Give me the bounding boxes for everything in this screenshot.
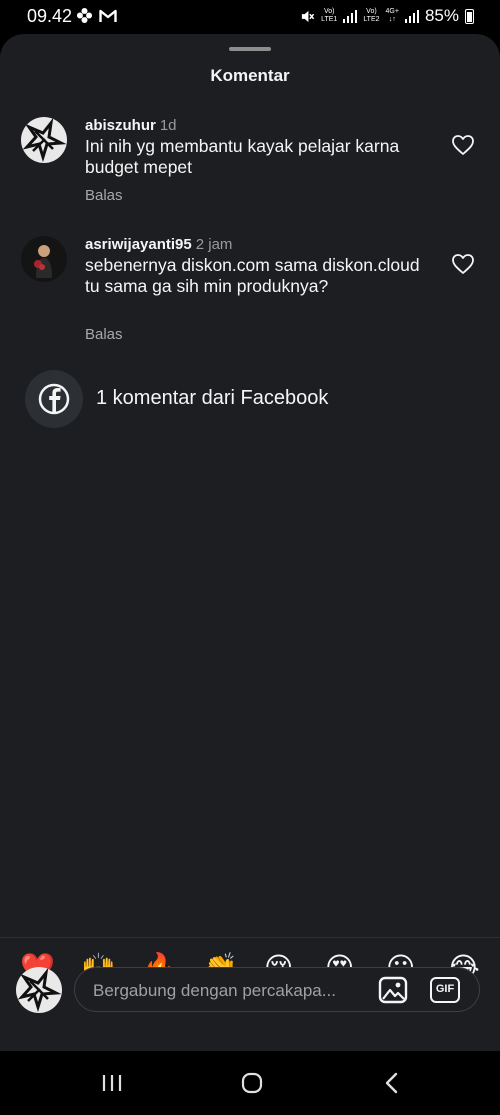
status-bar: 09.42 Vo) LTE1 Vo) LTE2 4G+ ↓↑ 85% <box>0 0 500 34</box>
reply-button[interactable]: Balas <box>85 326 123 343</box>
signal-bars-sim2-icon <box>404 9 419 23</box>
gmail-icon <box>99 9 117 22</box>
mute-icon <box>301 10 315 22</box>
sim2-lte-label: LTE2 <box>363 16 380 23</box>
system-navigation-bar <box>0 1051 500 1115</box>
comment-item: asriwijayanti95 2 jam sebenernya diskon.c… <box>0 236 500 346</box>
signal-bars-sim1-icon <box>343 9 358 23</box>
data-activity-label: ↓↑ <box>388 16 396 23</box>
network-type-label: 4G+ <box>385 8 399 15</box>
facebook-comments-row[interactable]: 1 komentar dari Facebook <box>25 370 485 428</box>
like-heart-icon[interactable] <box>451 134 475 156</box>
status-time: 09.42 <box>27 6 73 26</box>
comment-time: 1d <box>159 117 177 134</box>
battery-icon <box>465 8 474 24</box>
sim1-lte-label: LTE1 <box>321 16 338 23</box>
back-icon[interactable] <box>377 1069 407 1097</box>
image-picker-icon[interactable] <box>378 976 408 1004</box>
facebook-icon <box>38 383 70 415</box>
comment-input[interactable] <box>91 968 365 1013</box>
comment-composer: GIF <box>74 967 480 1013</box>
comment-time: 2 jam <box>195 236 233 253</box>
gif-button[interactable]: GIF <box>430 977 460 1003</box>
comment-item: abiszuhur 1d Ini nih yg membantu kayak pe… <box>0 117 500 207</box>
recent-apps-icon[interactable] <box>98 1069 128 1097</box>
like-heart-icon[interactable] <box>451 253 475 275</box>
comment-text: Ini nih yg membantu kayak pelajar karna … <box>85 136 400 177</box>
home-icon[interactable] <box>237 1069 267 1097</box>
avatar-image <box>21 236 67 282</box>
facebook-comments-label: 1 komentar dari Facebook <box>96 387 329 409</box>
composer-avatar <box>16 967 62 1013</box>
avatar-image <box>16 967 62 1013</box>
comment-text: sebenernya diskon.com sama diskon.cloud … <box>85 255 420 296</box>
divider <box>0 937 500 938</box>
sim2-volte-label: Vo) <box>366 8 377 15</box>
avatar[interactable] <box>21 117 67 163</box>
comment-username[interactable]: abiszuhur <box>85 117 156 134</box>
drag-handle[interactable] <box>229 47 271 51</box>
comments-sheet: Komentar abiszuhur 1d Ini nih yg membantu… <box>0 34 500 1051</box>
flower-notification-icon <box>76 7 93 24</box>
comment-username[interactable]: asriwijayanti95 <box>85 236 192 253</box>
sim1-volte-label: Vo) <box>323 8 335 15</box>
avatar[interactable] <box>21 236 67 282</box>
avatar-image <box>21 117 67 163</box>
sheet-title: Komentar <box>210 66 290 85</box>
battery-percent: 85% <box>424 6 459 25</box>
reply-button[interactable]: Balas <box>85 187 123 204</box>
